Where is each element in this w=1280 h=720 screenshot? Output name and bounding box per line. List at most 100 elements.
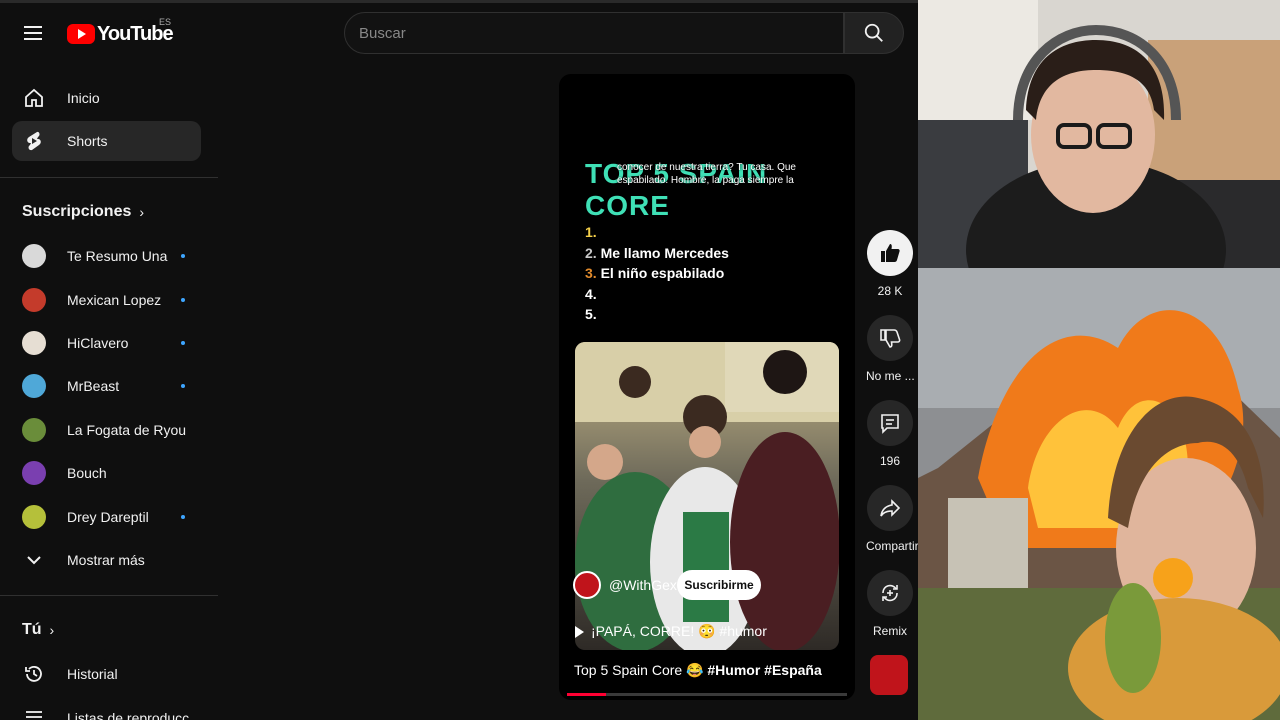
sidebar-subscription[interactable]: Bouch — [12, 453, 201, 493]
dislike-button[interactable] — [867, 315, 913, 361]
sidebar-subscription[interactable]: Drey Dareptil — [12, 497, 201, 537]
rank-row: 2. Me llamo Mercedes — [585, 243, 729, 264]
video-scene-image — [575, 342, 839, 650]
share-button[interactable] — [867, 485, 913, 531]
region-code: ES — [159, 17, 172, 27]
you-title: Tú — [22, 621, 42, 638]
thumbs-down-icon — [880, 329, 901, 348]
ranking-list: 1. 2. Me llamo Mercedes 3. El niño espab… — [585, 222, 729, 325]
sidebar-item-shorts[interactable]: Shorts — [12, 121, 201, 161]
channel-name: Mexican Lopez — [67, 292, 162, 308]
search-icon — [864, 23, 883, 42]
rank-row: 5. — [585, 304, 729, 325]
subscriptions-heading[interactable]: Suscripciones › — [22, 203, 144, 221]
rank-text: El niño espabilado — [600, 265, 725, 282]
sidebar-divider — [0, 595, 218, 596]
short-description-text: Top 5 Spain Core 😂 — [574, 662, 708, 678]
share-icon — [880, 499, 901, 517]
like-button[interactable] — [867, 230, 913, 276]
new-content-dot — [181, 298, 185, 302]
channel-avatar — [22, 244, 46, 268]
rank-number: 3. — [585, 265, 597, 282]
channel-avatar — [22, 461, 46, 485]
channel-name: Te Resumo Una — [67, 248, 168, 264]
channel-name: Drey Dareptil — [67, 509, 149, 525]
new-content-dot — [181, 384, 185, 388]
channel-avatar — [22, 505, 46, 529]
chevron-down-icon — [27, 556, 41, 565]
rank-number: 5. — [585, 306, 597, 323]
youtube-app: YouTube ES Inicio Shorts Suscripciones ›… — [0, 0, 918, 720]
dislike-action[interactable]: No me ... — [866, 315, 915, 383]
short-player[interactable]: TOP 5 SPAIN CORE conocer de nuestra tier… — [559, 74, 855, 700]
comments-count: 196 — [879, 454, 901, 468]
rank-text: Me llamo Mercedes — [600, 244, 729, 261]
channel-name: MrBeast — [67, 378, 120, 394]
remix-action[interactable]: Remix — [866, 570, 914, 638]
short-video-frame[interactable] — [575, 342, 839, 650]
playlist-icon — [26, 711, 42, 718]
share-action[interactable]: Compartir — [866, 485, 918, 553]
channel-avatar — [22, 418, 46, 442]
new-content-dot — [181, 341, 185, 345]
audio-source-thumbnail[interactable] — [870, 655, 908, 695]
sidebar-subscription[interactable]: MrBeast — [12, 366, 201, 406]
menu-icon[interactable] — [22, 22, 46, 46]
video-title: ¡PAPÁ, CORRE! 😳 #humor — [591, 623, 767, 639]
sidebar-item-playlists[interactable]: Listas de reproducc — [12, 698, 201, 720]
short-subtitle-caption: conocer de nuestra tierra? Tu casa. Que … — [617, 162, 796, 186]
shorts-icon — [27, 131, 41, 151]
new-content-dot — [181, 254, 185, 258]
youtube-logo[interactable]: YouTube — [67, 22, 174, 46]
channel-avatar — [22, 288, 46, 312]
play-icon — [575, 625, 584, 638]
sidebar-item-inicio[interactable]: Inicio — [12, 78, 201, 118]
search-box — [344, 12, 844, 54]
comments-button[interactable] — [867, 400, 913, 446]
chevron-right-icon: › — [49, 622, 55, 638]
remix-label: Remix — [872, 624, 907, 638]
chevron-right-icon: › — [139, 204, 145, 220]
progress-bar[interactable] — [567, 693, 847, 696]
meme-image — [918, 268, 1280, 720]
show-more-label: Mostrar más — [67, 552, 145, 568]
home-icon — [25, 88, 43, 107]
sidebar: Inicio Shorts Suscripciones › Te Resumo … — [0, 76, 218, 720]
sidebar-subscription[interactable]: Te Resumo Una — [12, 236, 201, 276]
search-button[interactable] — [844, 12, 904, 54]
remix-icon — [882, 584, 898, 602]
webcam-image — [918, 0, 1280, 268]
channel-avatar[interactable] — [573, 571, 601, 599]
sidebar-subscription[interactable]: La Fogata de Ryou ☾ — [12, 410, 201, 450]
channel-name: HiClavero — [67, 335, 129, 351]
rank-number: 1. — [585, 224, 597, 240]
video-title-row[interactable]: ¡PAPÁ, CORRE! 😳 #humor — [575, 623, 767, 640]
channel-row[interactable]: @WithGex — [573, 569, 677, 601]
rank-number: 4. — [585, 285, 597, 302]
reaction-meme-image — [918, 268, 1280, 720]
sidebar-subscription[interactable]: Mexican Lopez — [12, 280, 201, 320]
search-input[interactable] — [345, 13, 843, 53]
progress-fill — [567, 693, 607, 696]
comments-action[interactable]: 196 — [866, 400, 914, 468]
channel-name: Bouch — [67, 465, 107, 481]
short-description[interactable]: Top 5 Spain Core 😂 #Humor #España — [574, 662, 822, 679]
sidebar-item-label: Inicio — [67, 90, 100, 106]
masthead: YouTube ES — [0, 0, 918, 66]
history-icon — [25, 666, 42, 682]
remix-button[interactable] — [867, 570, 913, 616]
sidebar-item-history[interactable]: Historial — [12, 654, 201, 694]
dislike-label: No me ... — [866, 369, 915, 383]
you-heading[interactable]: Tú › — [22, 621, 54, 639]
like-count: 28 K — [877, 284, 903, 298]
new-content-dot — [181, 515, 185, 519]
sidebar-divider — [0, 177, 218, 178]
channel-handle[interactable]: @WithGex — [609, 577, 677, 593]
channel-avatar — [22, 331, 46, 355]
rank-number: 2. — [585, 244, 597, 261]
short-hashtags[interactable]: #Humor #España — [707, 662, 821, 678]
sidebar-subscription[interactable]: HiClavero — [12, 323, 201, 363]
show-more-button[interactable]: Mostrar más — [12, 540, 201, 580]
like-action[interactable]: 28 K — [866, 230, 914, 298]
subscribe-button[interactable]: Suscribirme — [677, 570, 761, 600]
